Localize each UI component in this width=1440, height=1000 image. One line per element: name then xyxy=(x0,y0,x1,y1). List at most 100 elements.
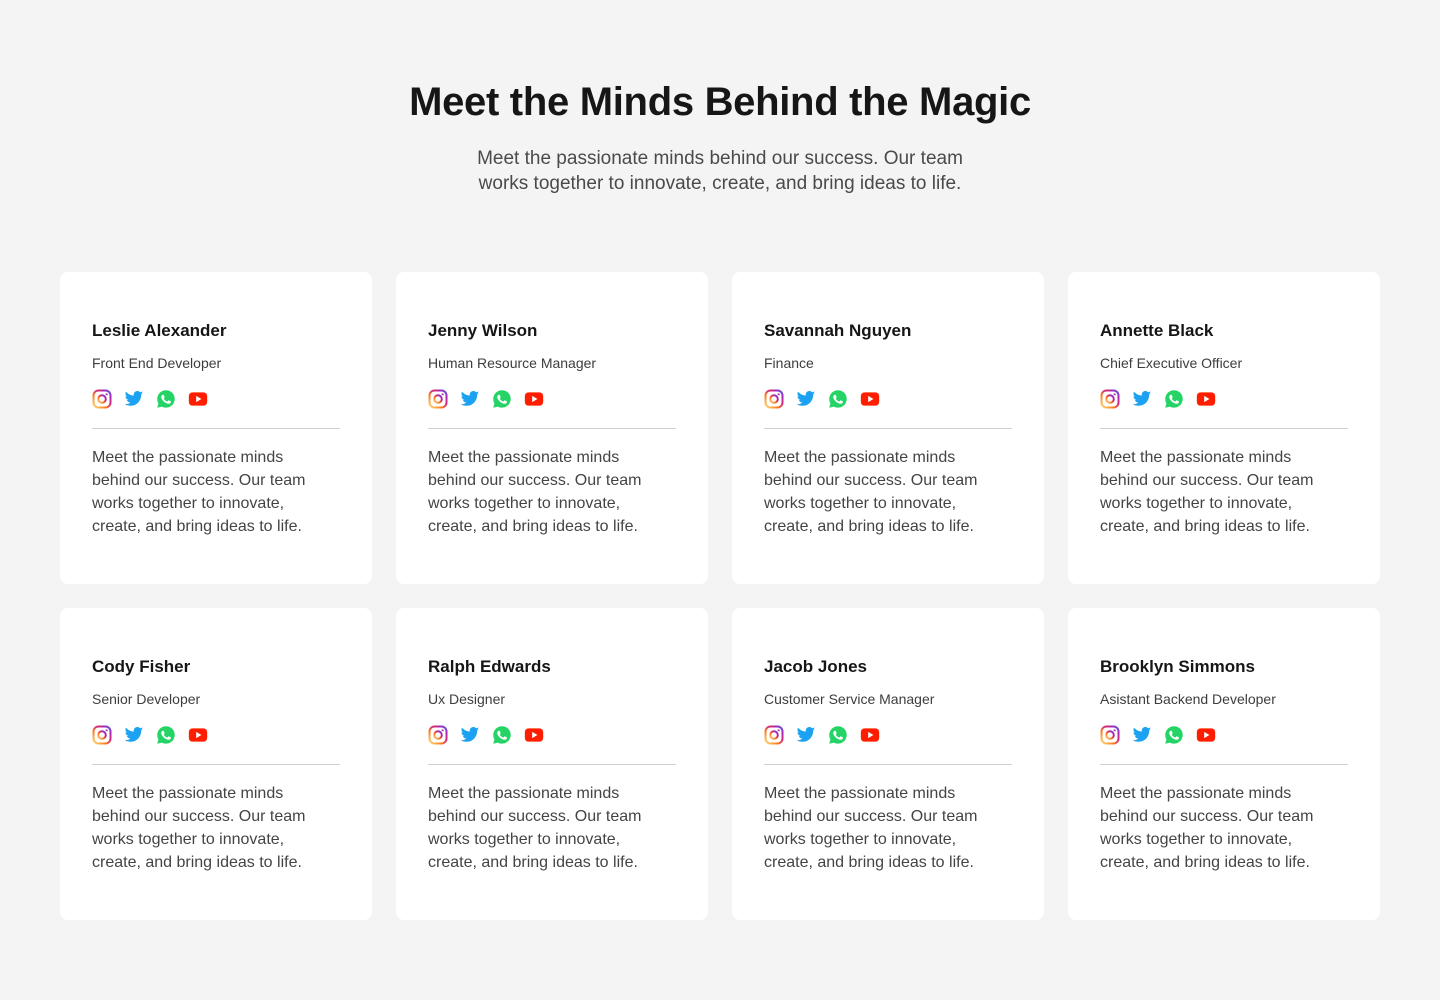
twitter-link[interactable] xyxy=(796,725,816,745)
member-name: Annette Black xyxy=(1100,321,1214,340)
instagram-icon xyxy=(428,725,448,745)
member-role: Chief Executive Officer xyxy=(1100,355,1243,371)
social-links xyxy=(428,389,676,409)
social-links xyxy=(92,389,340,409)
member-role: Front End Developer xyxy=(92,355,222,371)
whatsapp-icon xyxy=(829,390,847,408)
instagram-icon xyxy=(1100,389,1120,409)
whatsapp-link[interactable] xyxy=(1164,725,1184,745)
instagram-link[interactable] xyxy=(764,725,784,745)
whatsapp-icon xyxy=(157,390,175,408)
page-subtitle: Meet the passionate minds behind our suc… xyxy=(477,148,963,194)
youtube-icon xyxy=(860,392,880,406)
team-member-card: Cody Fisher Senior Developer Meet the pa… xyxy=(60,608,372,920)
instagram-icon xyxy=(428,389,448,409)
card-divider xyxy=(1100,428,1348,429)
whatsapp-icon xyxy=(493,726,511,744)
member-role: Asistant Backend Developer xyxy=(1100,691,1276,707)
team-member-card: Ralph Edwards Ux Designer Meet the passi… xyxy=(396,608,708,920)
instagram-link[interactable] xyxy=(1100,389,1120,409)
instagram-link[interactable] xyxy=(92,725,112,745)
twitter-icon xyxy=(124,727,144,742)
social-links xyxy=(1100,725,1348,745)
twitter-link[interactable] xyxy=(124,389,144,409)
whatsapp-link[interactable] xyxy=(828,389,848,409)
twitter-icon xyxy=(1132,391,1152,406)
twitter-icon xyxy=(460,727,480,742)
member-bio: Meet the passionate minds behind our suc… xyxy=(1100,785,1314,871)
member-bio: Meet the passionate minds behind our suc… xyxy=(764,449,978,535)
youtube-icon xyxy=(524,392,544,406)
whatsapp-icon xyxy=(1165,390,1183,408)
member-role: Senior Developer xyxy=(92,691,201,707)
team-grid: Leslie Alexander Front End Developer Mee… xyxy=(60,272,1380,920)
twitter-link[interactable] xyxy=(460,389,480,409)
whatsapp-link[interactable] xyxy=(492,389,512,409)
card-divider xyxy=(428,428,676,429)
team-member-card: Savannah Nguyen Finance Meet the passion… xyxy=(732,272,1044,584)
member-role: Finance xyxy=(764,355,814,371)
member-name: Ralph Edwards xyxy=(428,657,551,676)
twitter-icon xyxy=(460,391,480,406)
whatsapp-link[interactable] xyxy=(492,725,512,745)
youtube-link[interactable] xyxy=(188,389,208,409)
team-member-card: Jacob Jones Customer Service Manager Mee… xyxy=(732,608,1044,920)
whatsapp-link[interactable] xyxy=(156,725,176,745)
youtube-icon xyxy=(860,728,880,742)
card-divider xyxy=(428,764,676,765)
instagram-link[interactable] xyxy=(1100,725,1120,745)
member-bio: Meet the passionate minds behind our suc… xyxy=(92,449,306,535)
youtube-link[interactable] xyxy=(1196,725,1216,745)
whatsapp-link[interactable] xyxy=(156,389,176,409)
social-links xyxy=(428,725,676,745)
card-divider xyxy=(1100,764,1348,765)
youtube-link[interactable] xyxy=(860,725,880,745)
instagram-icon xyxy=(1100,725,1120,745)
instagram-link[interactable] xyxy=(428,389,448,409)
member-role: Ux Designer xyxy=(428,691,506,707)
twitter-icon xyxy=(124,391,144,406)
card-divider xyxy=(764,428,1012,429)
twitter-link[interactable] xyxy=(1132,725,1152,745)
youtube-link[interactable] xyxy=(1196,389,1216,409)
youtube-icon xyxy=(1196,392,1216,406)
team-member-card: Brooklyn Simmons Asistant Backend Develo… xyxy=(1068,608,1380,920)
youtube-icon xyxy=(1196,728,1216,742)
youtube-icon xyxy=(188,392,208,406)
instagram-link[interactable] xyxy=(764,389,784,409)
instagram-icon xyxy=(764,389,784,409)
card-divider xyxy=(92,428,340,429)
youtube-link[interactable] xyxy=(524,725,544,745)
twitter-link[interactable] xyxy=(460,725,480,745)
youtube-icon xyxy=(188,728,208,742)
member-bio: Meet the passionate minds behind our suc… xyxy=(428,449,642,535)
instagram-link[interactable] xyxy=(92,389,112,409)
instagram-icon xyxy=(92,725,112,745)
twitter-link[interactable] xyxy=(1132,389,1152,409)
youtube-link[interactable] xyxy=(188,725,208,745)
twitter-icon xyxy=(796,727,816,742)
youtube-icon xyxy=(524,728,544,742)
whatsapp-icon xyxy=(1165,726,1183,744)
instagram-link[interactable] xyxy=(428,725,448,745)
team-header: Meet the Minds Behind the Magic Meet the… xyxy=(0,78,1440,196)
member-name: Brooklyn Simmons xyxy=(1100,657,1255,676)
team-member-card: Jenny Wilson Human Resource Manager Meet… xyxy=(396,272,708,584)
twitter-link[interactable] xyxy=(796,389,816,409)
twitter-icon xyxy=(796,391,816,406)
member-name: Jenny Wilson xyxy=(428,321,538,340)
whatsapp-link[interactable] xyxy=(1164,389,1184,409)
social-links xyxy=(764,389,1012,409)
member-bio: Meet the passionate minds behind our suc… xyxy=(428,785,642,871)
member-bio: Meet the passionate minds behind our suc… xyxy=(1100,449,1314,535)
youtube-link[interactable] xyxy=(524,389,544,409)
team-member-card: Leslie Alexander Front End Developer Mee… xyxy=(60,272,372,584)
twitter-link[interactable] xyxy=(124,725,144,745)
whatsapp-link[interactable] xyxy=(828,725,848,745)
card-divider xyxy=(92,764,340,765)
member-name: Leslie Alexander xyxy=(92,321,227,340)
member-role: Human Resource Manager xyxy=(428,355,597,371)
member-name: Jacob Jones xyxy=(764,657,867,676)
youtube-link[interactable] xyxy=(860,389,880,409)
member-role: Customer Service Manager xyxy=(764,691,935,707)
